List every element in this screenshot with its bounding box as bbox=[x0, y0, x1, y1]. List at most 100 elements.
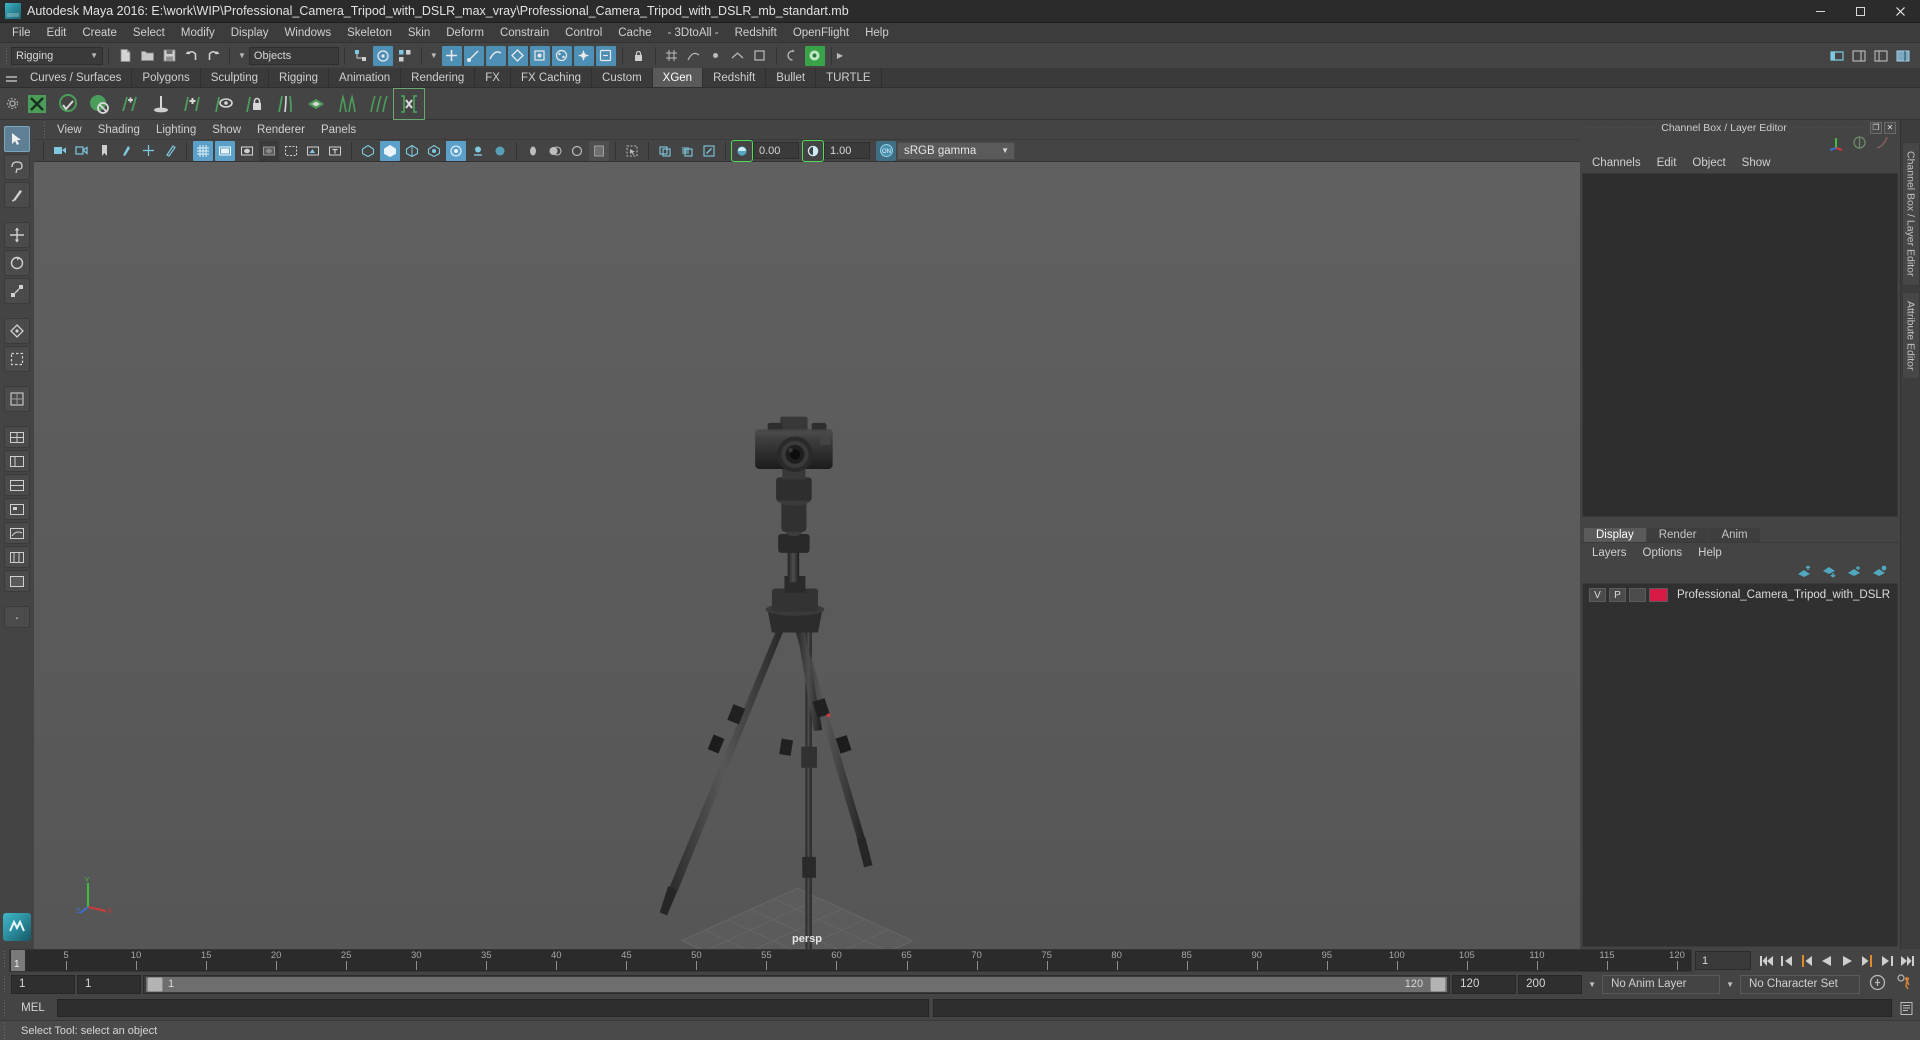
status-bar-grip[interactable] bbox=[0, 1021, 9, 1040]
soft-select-button[interactable] bbox=[4, 346, 30, 372]
go-to-end-button[interactable] bbox=[1898, 951, 1916, 971]
channel-curve-icon[interactable] bbox=[1875, 135, 1890, 153]
layout-outliner-button[interactable] bbox=[4, 474, 30, 496]
animation-start-field[interactable]: 1 bbox=[11, 974, 75, 994]
mask-chevron-icon[interactable]: ▼ bbox=[427, 51, 441, 60]
menu-openflight[interactable]: OpenFlight bbox=[785, 25, 857, 41]
shelf-add-guides-icon[interactable] bbox=[115, 89, 145, 119]
shelf-xgen-preview-icon[interactable] bbox=[53, 89, 83, 119]
viewport-3d[interactable]: Y X Z persp bbox=[34, 162, 1580, 949]
depth-of-field-icon[interactable] bbox=[567, 141, 587, 161]
channel-box-list[interactable] bbox=[1582, 173, 1898, 517]
shelf-groom-icon[interactable] bbox=[270, 89, 300, 119]
go-to-start-button[interactable] bbox=[1758, 951, 1776, 971]
menu-control[interactable]: Control bbox=[557, 25, 610, 41]
gate-mask-icon[interactable] bbox=[259, 140, 279, 161]
shelf-tab-fx[interactable]: FX bbox=[475, 68, 511, 87]
exposure-toggle-icon[interactable] bbox=[731, 139, 753, 162]
mask-joints-icon[interactable] bbox=[463, 45, 484, 66]
select-component-icon[interactable] bbox=[395, 46, 415, 66]
new-scene-icon[interactable] bbox=[115, 46, 135, 66]
render-globals-icon[interactable] bbox=[804, 45, 825, 66]
exposure-value-field[interactable]: 0.00 bbox=[753, 142, 799, 159]
menu-create[interactable]: Create bbox=[74, 25, 125, 41]
xray-select-icon[interactable] bbox=[622, 141, 642, 161]
menu-3dtoall[interactable]: - 3DtoAll - bbox=[660, 25, 727, 41]
viewport-menu-view[interactable]: View bbox=[49, 122, 90, 138]
menu-deform[interactable]: Deform bbox=[438, 25, 492, 41]
table-row[interactable]: V P Professional_Camera_Tripod_with_DSLR bbox=[1583, 586, 1897, 604]
mask-dynamics-icon[interactable] bbox=[551, 45, 572, 66]
step-back-frame-button[interactable] bbox=[1798, 951, 1816, 971]
viewport-menu-show[interactable]: Show bbox=[204, 122, 249, 138]
shelf-tab-animation[interactable]: Animation bbox=[329, 68, 402, 87]
display-layer-list[interactable]: V P Professional_Camera_Tripod_with_DSLR bbox=[1582, 583, 1898, 947]
cb-menu-object[interactable]: Object bbox=[1684, 155, 1733, 171]
layer-visibility-toggle[interactable]: V bbox=[1589, 588, 1606, 602]
rotate-tool-button[interactable] bbox=[4, 250, 30, 276]
resolution-gate-icon[interactable] bbox=[237, 141, 257, 161]
new-layer-from-selected-icon[interactable] bbox=[1872, 565, 1888, 582]
layer-playback-toggle[interactable]: P bbox=[1609, 588, 1626, 602]
menuset-dropdown[interactable]: Rigging ▼ bbox=[11, 46, 103, 65]
anim-layer-dropdown[interactable]: No Anim Layer bbox=[1602, 974, 1721, 994]
selection-mask-dropdown[interactable]: Objects bbox=[248, 46, 339, 65]
layout-persp-button[interactable] bbox=[4, 450, 30, 472]
command-language-label[interactable]: MEL bbox=[9, 1002, 57, 1014]
sidebar-channelbox-icon[interactable] bbox=[1893, 46, 1913, 66]
shelf-clump-icon[interactable] bbox=[332, 89, 362, 119]
shelf-tab-sculpting[interactable]: Sculpting bbox=[200, 68, 270, 87]
animation-end-field[interactable]: 200 bbox=[1518, 974, 1583, 994]
channel-display-icon[interactable] bbox=[1852, 135, 1867, 153]
cb-menu-channels[interactable]: Channels bbox=[1584, 155, 1649, 171]
shelf-tab-rigging[interactable]: Rigging bbox=[269, 68, 330, 87]
character-set-chevron-icon[interactable]: ▼ bbox=[1722, 980, 1738, 989]
ambient-occlusion-icon[interactable] bbox=[490, 141, 510, 161]
shelf-options-icon[interactable] bbox=[2, 89, 22, 119]
snap-projected-icon[interactable] bbox=[728, 46, 748, 66]
playback-end-field[interactable]: 120 bbox=[1452, 974, 1517, 994]
shelf-tab-custom[interactable]: Custom bbox=[592, 68, 653, 87]
shadows-icon[interactable] bbox=[468, 141, 488, 161]
shelf-noise-icon[interactable] bbox=[363, 89, 393, 119]
camera-attributes-icon[interactable] bbox=[72, 141, 92, 161]
step-forward-key-button[interactable] bbox=[1878, 951, 1896, 971]
menu-edit[interactable]: Edit bbox=[39, 25, 75, 41]
viewport-menu-lighting[interactable]: Lighting bbox=[148, 122, 204, 138]
viewport-menu-panels[interactable]: Panels bbox=[313, 122, 364, 138]
layout-custom-button[interactable]: · bbox=[4, 606, 30, 628]
transform-axes-icon[interactable] bbox=[1828, 135, 1844, 154]
undock-button[interactable]: ❐ bbox=[1870, 121, 1882, 134]
grid-toggle-icon[interactable] bbox=[193, 140, 213, 161]
close-panel-button[interactable]: ✕ bbox=[1884, 121, 1896, 134]
select-hierarchy-icon[interactable] bbox=[351, 46, 371, 66]
maximize-button[interactable] bbox=[1840, 0, 1880, 23]
shelf-xgen-export-icon[interactable] bbox=[393, 87, 425, 120]
shelf-tab-turtle[interactable]: TURTLE bbox=[816, 68, 882, 87]
menu-file[interactable]: File bbox=[4, 25, 39, 41]
move-layer-down-icon[interactable] bbox=[1822, 565, 1838, 582]
show-hide-ui-icon[interactable] bbox=[1827, 46, 1847, 66]
mask-surfaces-icon[interactable] bbox=[507, 45, 528, 66]
viewport-grip[interactable] bbox=[40, 120, 49, 140]
smooth-shading-icon[interactable] bbox=[380, 140, 400, 161]
lasso-tool-button[interactable] bbox=[4, 154, 30, 180]
layout-render-view-button[interactable] bbox=[4, 570, 30, 592]
menu-cache[interactable]: Cache bbox=[610, 25, 659, 41]
character-set-dropdown[interactable]: No Character Set bbox=[1740, 974, 1860, 994]
shelf-tab-bullet[interactable]: Bullet bbox=[766, 68, 817, 87]
use-all-lights-icon[interactable] bbox=[446, 140, 466, 161]
menu-redshift[interactable]: Redshift bbox=[727, 25, 785, 41]
layout-graph-editor-button[interactable] bbox=[4, 522, 30, 544]
save-scene-icon[interactable] bbox=[159, 46, 179, 66]
mask-rendering-icon[interactable] bbox=[573, 45, 594, 66]
timeline-grip[interactable] bbox=[0, 949, 9, 969]
layer-shading-toggle[interactable] bbox=[1629, 588, 1646, 602]
select-tool-button[interactable] bbox=[4, 126, 30, 152]
le-menu-options[interactable]: Options bbox=[1635, 545, 1691, 561]
le-menu-help[interactable]: Help bbox=[1690, 545, 1730, 561]
shelf-density-mask-icon[interactable] bbox=[301, 89, 331, 119]
vtab-attribute-editor[interactable]: Attribute Editor bbox=[1901, 291, 1920, 379]
film-gate-icon[interactable] bbox=[215, 140, 235, 161]
selection-mask-chevron-icon[interactable]: ▼ bbox=[235, 51, 249, 60]
